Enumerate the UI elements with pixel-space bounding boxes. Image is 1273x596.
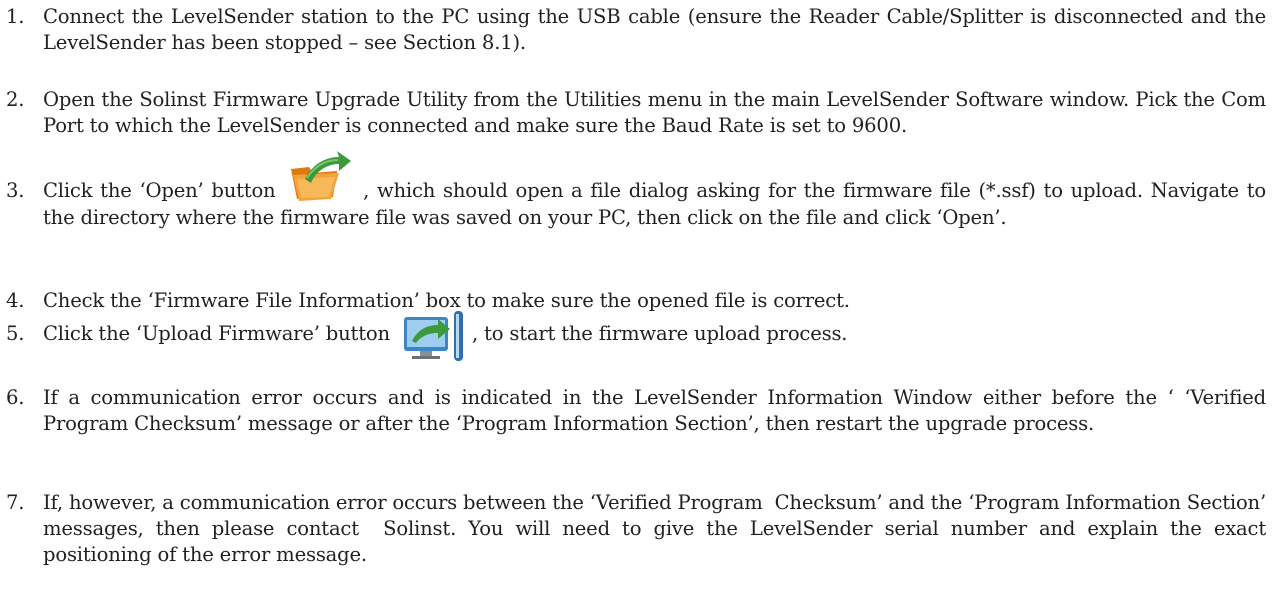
step-number: 7.: [6, 491, 25, 514]
step-text-before-icon: Click the ‘Upload Firmware’ button: [43, 322, 390, 345]
step-text: Click the ‘Open’ button , which should o…: [43, 150, 1266, 231]
step-text: Check the ‘Firmware File Information’ bo…: [43, 289, 850, 312]
step-number: 5.: [6, 322, 25, 345]
step-text: Connect the LevelSender station to the P…: [43, 5, 1266, 54]
step-text: Open the Solinst Firmware Upgrade Utilit…: [43, 88, 1266, 137]
step-number: 4.: [6, 289, 25, 312]
open-folder-icon: [287, 149, 353, 205]
upload-firmware-icon: [402, 310, 466, 361]
step-number: 2.: [6, 88, 25, 111]
step-number: 6.: [6, 386, 25, 409]
document-page: 1. Connect the LevelSender station to th…: [0, 0, 1273, 596]
step-text: If a communication error occurs and is i…: [43, 386, 1266, 435]
step-text: If, however, a communication error occur…: [43, 491, 1266, 566]
step-text-after-icon: , to start the firmware upload process.: [471, 322, 848, 345]
step-number: 3.: [6, 179, 25, 202]
step-number: 1.: [6, 5, 25, 28]
step-text-before-icon: Click the ‘Open’ button: [43, 179, 276, 202]
step-text: Click the ‘Upload Firmware’ button , to …: [43, 310, 1266, 361]
